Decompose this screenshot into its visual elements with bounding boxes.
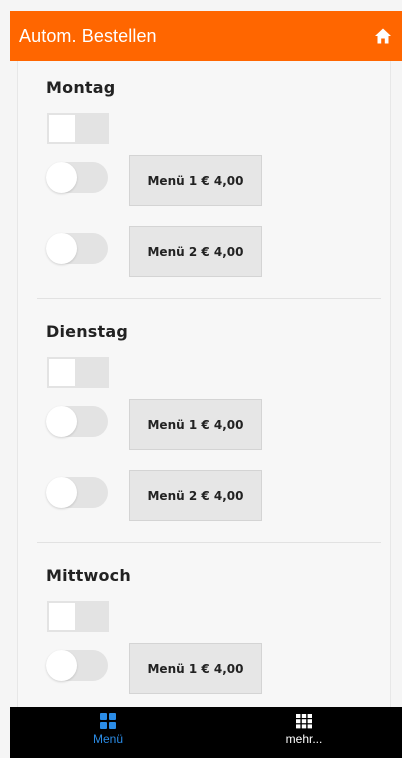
app-header: Autom. Bestellen (10, 11, 402, 61)
tab-menu[interactable]: Menü (10, 707, 206, 758)
menu-switch[interactable] (46, 406, 108, 437)
tab-label: mehr... (285, 732, 323, 746)
menu-switch[interactable] (46, 233, 108, 264)
order-list[interactable]: Montag Menü 1 € 4,00 Menü 2 € 4,00 Diens… (17, 61, 391, 707)
menu-button[interactable]: Menü 1 € 4,00 (129, 643, 262, 694)
menu-switch[interactable] (46, 162, 108, 193)
day-checkbox[interactable] (47, 357, 109, 388)
day-title: Mittwoch (46, 566, 131, 585)
home-icon[interactable] (374, 27, 392, 45)
menu-row: Menü 1 € 4,00 (18, 643, 390, 695)
day-title: Dienstag (46, 322, 129, 341)
menu-row: Menü 1 € 4,00 (18, 399, 390, 451)
page-title: Autom. Bestellen (19, 25, 157, 46)
day-checkbox[interactable] (47, 113, 109, 144)
menu-button[interactable]: Menü 2 € 4,00 (129, 226, 262, 277)
menu-switch[interactable] (46, 650, 108, 681)
tab-label: Menü (92, 732, 124, 746)
tab-more[interactable]: mehr... (206, 707, 402, 758)
menu-row: Menü 1 € 4,00 (18, 155, 390, 207)
menu-switch[interactable] (46, 477, 108, 508)
grid-icon (99, 712, 117, 730)
menu-row: Menü 2 € 4,00 (18, 226, 390, 278)
menu-row: Menü 2 € 4,00 (18, 470, 390, 522)
apps-icon (295, 712, 313, 730)
divider (37, 298, 381, 299)
bottom-tab-bar: Menü mehr... (10, 707, 402, 758)
menu-button[interactable]: Menü 2 € 4,00 (129, 470, 262, 521)
divider (37, 542, 381, 543)
day-checkbox[interactable] (47, 601, 109, 632)
menu-button[interactable]: Menü 1 € 4,00 (129, 155, 262, 206)
menu-button[interactable]: Menü 1 € 4,00 (129, 399, 262, 450)
day-title: Montag (46, 78, 116, 97)
